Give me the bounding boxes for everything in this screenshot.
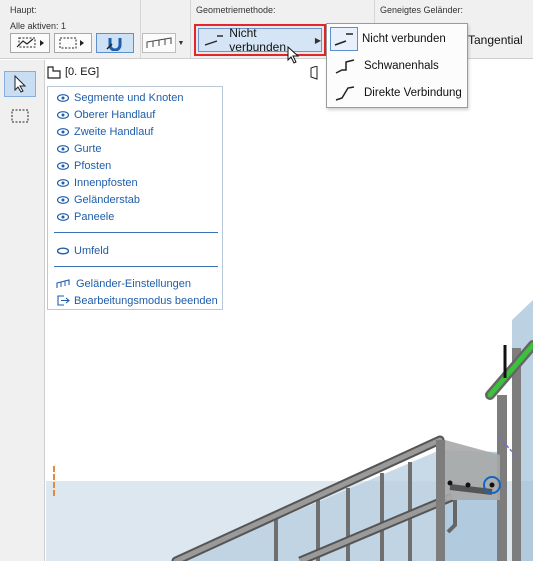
tangential-option[interactable]: Tangential: [468, 33, 523, 47]
viewport-edge-marker: [53, 466, 55, 496]
arrow-pointer-icon: [14, 75, 27, 93]
eye-icon: [54, 127, 72, 136]
panel-item-segments[interactable]: Segmente und Knoten: [48, 89, 183, 106]
railing-type-button[interactable]: [142, 33, 176, 53]
eye-icon: [54, 212, 72, 221]
all-active-label: Alle aktiven: 1: [10, 21, 67, 31]
eye-icon: [54, 93, 72, 102]
marquee-icon: [11, 109, 29, 123]
eye-icon: [54, 178, 72, 187]
select-segment-button[interactable]: [10, 33, 50, 53]
menu-item-direct-connection[interactable]: Direkte Verbindung: [327, 80, 467, 106]
exit-edit-mode-item[interactable]: Bearbeitungsmodus beenden: [48, 292, 218, 309]
panel-item-second-handrail[interactable]: Zweite Handlauf: [48, 123, 154, 140]
direct-connection-icon: [330, 81, 360, 105]
chevron-down-icon[interactable]: ▼: [176, 33, 186, 53]
magic-wand-button[interactable]: [96, 33, 134, 53]
panel-item-panels[interactable]: Paneele: [48, 208, 114, 225]
railing-settings-icon: [54, 278, 72, 289]
story-indicator[interactable]: [0. EG]: [47, 63, 99, 81]
not-connected-icon: [330, 27, 358, 51]
select-area-button[interactable]: [54, 33, 92, 53]
panel-divider: [54, 266, 218, 267]
panel-item-inner-posts[interactable]: Innenpfosten: [48, 174, 138, 191]
inclined-group-label: Geneigtes Geländer:: [380, 5, 464, 15]
eye-icon: [54, 144, 72, 153]
menu-item-gooseneck[interactable]: Schwanenhals: [327, 53, 467, 79]
floor-plan-icon: [47, 66, 61, 79]
magnet-icon: [106, 38, 122, 51]
chevron-right-icon: ▶: [314, 35, 321, 45]
geometry-method-highlight: Nicht verbunden ▶: [194, 24, 326, 56]
panel-item-top-handrail[interactable]: Oberer Handlauf: [48, 106, 155, 123]
menu-item-not-connected[interactable]: Nicht verbunden: [327, 26, 467, 52]
eye-icon: [54, 161, 72, 170]
railing-icon: [146, 37, 172, 48]
eye-icon: [54, 110, 72, 119]
not-connected-icon: [204, 35, 223, 46]
segment-select-icon: [16, 37, 44, 48]
marquee-tool-button[interactable]: [4, 103, 36, 129]
story-label: [0. EG]: [65, 66, 100, 78]
toolbox: [0, 60, 45, 561]
panel-item-environment[interactable]: Umfeld: [48, 242, 109, 259]
geometry-group-label: Geometriemethode:: [196, 5, 276, 15]
exit-icon: [54, 295, 72, 306]
panel-toggle-icon[interactable]: [309, 65, 321, 80]
main-group-label: Haupt:: [10, 5, 37, 15]
panel-divider: [54, 232, 218, 233]
marquee-select-icon: [59, 37, 84, 49]
railing-settings-item[interactable]: Geländer-Einstellungen: [48, 275, 191, 292]
geometry-method-button[interactable]: Nicht verbunden ▶: [198, 26, 322, 54]
gooseneck-icon: [330, 54, 360, 78]
panel-item-posts[interactable]: Pfosten: [48, 157, 111, 174]
panel-item-balusters[interactable]: Geländerstab: [48, 191, 140, 208]
eye-icon: [54, 195, 72, 204]
geometry-method-menu: Nicht verbunden Schwanenhals Direkte Ver…: [326, 23, 468, 108]
arrow-tool-button[interactable]: [4, 71, 36, 97]
panel-item-rails[interactable]: Gurte: [48, 140, 102, 157]
closed-eye-icon: [54, 247, 72, 255]
railing-context-panel: Segmente und Knoten Oberer Handlauf Zwei…: [47, 86, 223, 310]
